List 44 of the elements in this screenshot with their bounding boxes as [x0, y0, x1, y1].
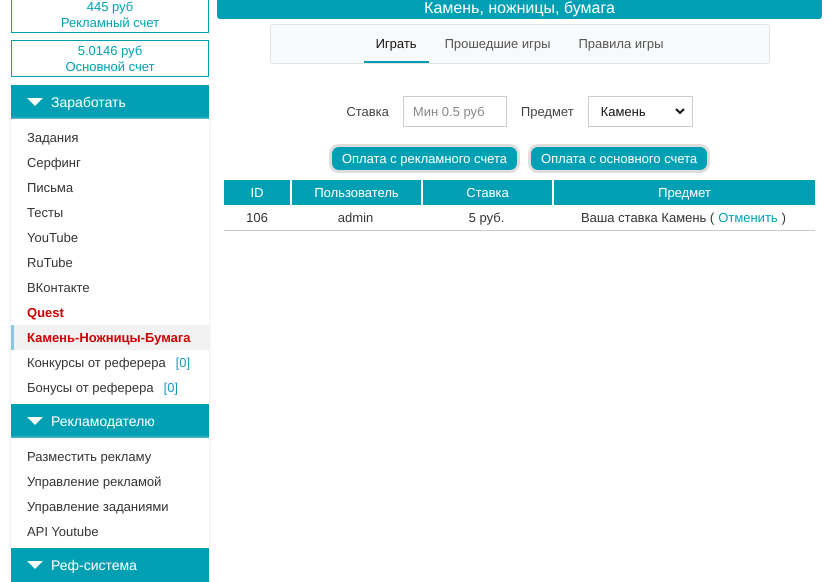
item-select[interactable]: Камень [588, 96, 693, 127]
bet-label: Ставка [346, 104, 389, 119]
sidebar-item[interactable]: Управление рекламой [11, 469, 209, 494]
page-title: Камень, ножницы, бумага [217, 0, 822, 19]
sidebar-item[interactable]: Письма [11, 175, 209, 200]
tab[interactable]: Прошедшие игры [432, 25, 562, 63]
sidebar-item[interactable]: Тесты [11, 200, 209, 225]
sidebar-item[interactable]: Задания [11, 125, 209, 150]
item-label: Предмет [520, 104, 574, 119]
item-count: [0] [176, 355, 190, 370]
caret-icon [27, 98, 43, 106]
bet-description: Ваша ставка Камень ( [580, 210, 714, 225]
sidebar-item[interactable]: Quest [11, 300, 209, 325]
column-header: Пользователь [290, 180, 421, 205]
caret-icon [27, 561, 43, 569]
sidebar-item[interactable]: ВКонтакте [11, 275, 209, 300]
sidebar-item[interactable]: RuTube [11, 250, 209, 275]
closing-paren: ) [782, 210, 786, 225]
sidebar-item[interactable]: YouTube [11, 225, 209, 250]
tab[interactable]: Правила игры [566, 25, 676, 63]
sidebar-item[interactable]: Конкурсы от реферера [0] [11, 350, 209, 375]
column-header: Предмет [552, 180, 815, 205]
bet-input[interactable]: Мин 0.5 руб [402, 96, 507, 127]
balance-amount: 5.0146 руб [78, 42, 142, 58]
balance-label: Основной счет [65, 58, 155, 74]
sidebar-item-label: Конкурсы от реферера [27, 355, 166, 370]
table-cell: 106 [224, 205, 290, 231]
balance-label: Рекламный счет [60, 14, 160, 30]
sidebar-item[interactable]: Управление заданиями [11, 494, 209, 519]
sidebar-item[interactable]: API Youtube [11, 519, 209, 544]
caret-icon [27, 417, 43, 425]
chevron-icon [674, 108, 685, 115]
sidebar-item[interactable]: Разместить рекламу [11, 444, 209, 469]
sidebar-item[interactable]: Серфинг [11, 150, 209, 175]
sidebar-item[interactable]: Бонусы от реферера [0] [11, 375, 209, 400]
balance-amount: 445 руб [86, 0, 134, 14]
sidebar-item-label: Бонусы от реферера [27, 380, 154, 395]
sidebar-item[interactable]: Камень-Ножницы-Бумага [11, 325, 209, 350]
item-count: [0] [164, 380, 178, 395]
tab[interactable]: Играть [364, 25, 429, 63]
table-cell: admin [290, 205, 421, 231]
column-header: ID [224, 180, 290, 205]
column-header: Ставка [421, 180, 552, 205]
table-cell: 5 руб. [421, 205, 552, 231]
